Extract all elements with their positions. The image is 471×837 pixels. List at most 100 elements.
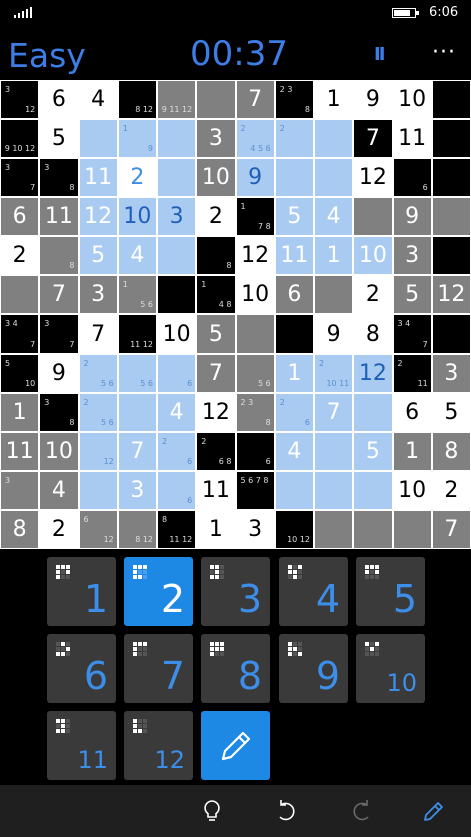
board-cell[interactable]: 12 xyxy=(79,432,117,470)
board-cell[interactable]: 5 6 7 8 xyxy=(236,471,274,509)
board-cell[interactable] xyxy=(315,432,353,470)
number-key-2[interactable]: 2 xyxy=(124,557,193,626)
board-cell[interactable]: 38 xyxy=(40,159,78,197)
board-cell[interactable]: 3 xyxy=(432,354,470,392)
board-cell[interactable]: 26 xyxy=(275,393,313,431)
board-cell[interactable]: 6 12 xyxy=(79,510,117,548)
number-key-3[interactable]: 3 xyxy=(201,557,270,626)
board-cell[interactable]: 4 xyxy=(79,81,117,119)
board-cell[interactable]: 4 xyxy=(40,471,78,509)
board-cell[interactable]: 2 xyxy=(1,237,39,275)
number-key-4[interactable]: 4 xyxy=(279,557,348,626)
board-cell[interactable]: 3 4 7 xyxy=(1,315,39,353)
board-cell[interactable]: 2 xyxy=(197,198,235,236)
pencil-button[interactable] xyxy=(201,711,270,780)
board-cell[interactable]: 1 xyxy=(1,393,39,431)
board-cell[interactable] xyxy=(432,237,470,275)
board-cell[interactable]: 26 xyxy=(158,432,196,470)
board-cell[interactable] xyxy=(197,81,235,119)
board-cell[interactable]: 9 11 12 xyxy=(158,81,196,119)
board-cell[interactable] xyxy=(432,315,470,353)
board-cell[interactable]: 10 12 xyxy=(275,510,313,548)
board-cell[interactable]: 3 xyxy=(158,198,196,236)
board-cell[interactable]: 38 xyxy=(40,393,78,431)
board-cell[interactable]: 4 xyxy=(275,432,313,470)
board-cell[interactable]: 9 xyxy=(315,315,353,353)
board-cell[interactable]: 11 xyxy=(393,120,431,158)
board-cell[interactable]: 10 xyxy=(354,237,392,275)
board-cell[interactable]: 3 xyxy=(118,471,156,509)
board-cell[interactable]: 8 xyxy=(197,237,235,275)
board-cell[interactable]: 10 xyxy=(393,471,431,509)
board-cell[interactable]: 6 xyxy=(158,354,196,392)
board-cell[interactable]: 7 xyxy=(79,315,117,353)
board-cell[interactable]: 3 xyxy=(197,120,235,158)
board-cell[interactable]: 2 10 11 xyxy=(315,354,353,392)
board-cell[interactable]: 1 5 6 xyxy=(118,276,156,314)
more-icon[interactable]: ··· xyxy=(432,40,456,65)
board-cell[interactable]: 11 xyxy=(1,432,39,470)
board-cell[interactable]: 7 xyxy=(118,432,156,470)
board-cell[interactable]: 12 xyxy=(354,354,392,392)
board-cell[interactable]: 3 4 7 xyxy=(393,315,431,353)
board-cell[interactable] xyxy=(432,81,470,119)
board-cell[interactable] xyxy=(158,159,196,197)
board-cell[interactable]: 2 11 xyxy=(393,354,431,392)
undo-icon[interactable] xyxy=(272,797,300,825)
board-cell[interactable] xyxy=(432,120,470,158)
board-cell[interactable]: 7 xyxy=(315,393,353,431)
board-cell[interactable]: 1 xyxy=(315,81,353,119)
board-cell[interactable]: 4 xyxy=(158,393,196,431)
board-cell[interactable]: 10 xyxy=(118,198,156,236)
board-cell[interactable]: 7 xyxy=(197,354,235,392)
board-cell[interactable]: 6 xyxy=(275,276,313,314)
board-cell[interactable]: 4 xyxy=(315,198,353,236)
board-cell[interactable] xyxy=(158,276,196,314)
board-cell[interactable]: 6 xyxy=(1,198,39,236)
board-cell[interactable] xyxy=(275,471,313,509)
board-cell[interactable] xyxy=(315,120,353,158)
board-cell[interactable]: 6 xyxy=(158,471,196,509)
board-cell[interactable]: 8 xyxy=(40,237,78,275)
board-cell[interactable] xyxy=(354,393,392,431)
number-key-11[interactable]: 11 xyxy=(47,711,116,780)
number-key-6[interactable]: 6 xyxy=(47,634,116,703)
board-cell[interactable]: 5 xyxy=(197,315,235,353)
board-cell[interactable]: 12 xyxy=(79,198,117,236)
board-cell[interactable]: 11 xyxy=(275,237,313,275)
board-cell[interactable]: 1 xyxy=(315,237,353,275)
board-cell[interactable]: 12 xyxy=(354,159,392,197)
board-cell[interactable] xyxy=(315,510,353,548)
board-cell[interactable]: 2 6 8 xyxy=(197,432,235,470)
board-cell[interactable]: 1 xyxy=(197,510,235,548)
board-cell[interactable] xyxy=(118,393,156,431)
board-cell[interactable]: 10 xyxy=(158,315,196,353)
board-cell[interactable]: 2 xyxy=(40,510,78,548)
board-cell[interactable]: 11 xyxy=(197,471,235,509)
board-cell[interactable]: 12 xyxy=(432,276,470,314)
board-cell[interactable]: 3 12 xyxy=(1,81,39,119)
number-key-10[interactable]: 10 xyxy=(356,634,425,703)
board-cell[interactable]: 8 12 xyxy=(118,81,156,119)
board-cell[interactable]: 5 xyxy=(275,198,313,236)
board-cell[interactable]: 5 xyxy=(79,237,117,275)
board-cell[interactable] xyxy=(275,315,313,353)
number-key-7[interactable]: 7 xyxy=(124,634,193,703)
board-cell[interactable] xyxy=(432,159,470,197)
board-cell[interactable]: 12 xyxy=(236,237,274,275)
board-cell[interactable]: 4 xyxy=(118,237,156,275)
board-cell[interactable] xyxy=(158,120,196,158)
board-cell[interactable]: 9 xyxy=(236,159,274,197)
board-cell[interactable]: 9 xyxy=(40,354,78,392)
number-key-8[interactable]: 8 xyxy=(201,634,270,703)
board-cell[interactable] xyxy=(354,471,392,509)
board-cell[interactable] xyxy=(79,471,117,509)
board-cell[interactable]: 2 3 8 xyxy=(275,81,313,119)
board-cell[interactable]: 6 xyxy=(236,432,274,470)
board-cell[interactable]: 10 xyxy=(197,159,235,197)
board-cell[interactable]: 9 xyxy=(393,198,431,236)
board-cell[interactable]: 1 4 8 xyxy=(197,276,235,314)
board-cell[interactable]: 5 xyxy=(432,393,470,431)
redo-icon[interactable] xyxy=(348,797,376,825)
board-cell[interactable]: 8 xyxy=(1,510,39,548)
